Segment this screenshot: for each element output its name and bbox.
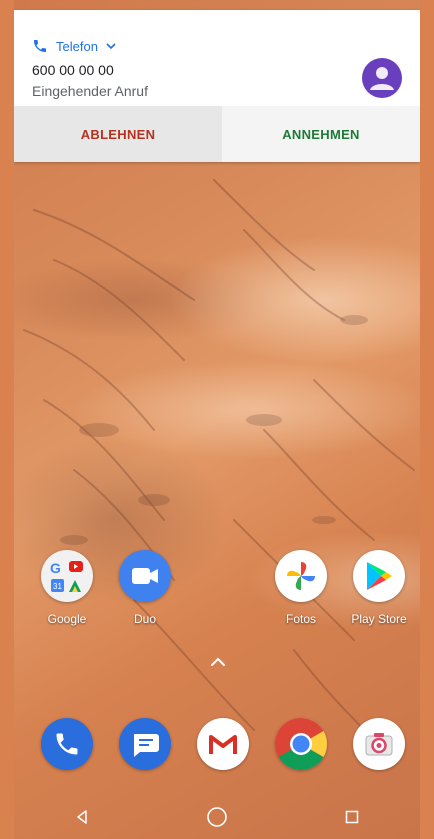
notification-app-name: Telefon: [56, 38, 98, 54]
google-folder-icon: G 31: [41, 550, 93, 602]
duo-icon: [119, 550, 171, 602]
dock-phone[interactable]: [32, 718, 102, 770]
app-drawer-chevron-icon[interactable]: [210, 655, 226, 673]
app-play-store[interactable]: Play Store: [344, 550, 414, 626]
home-screen: Telefon 600 00 00 00 Eingehender Anruf A…: [14, 0, 420, 839]
camera-icon: [353, 718, 405, 770]
photos-icon: [275, 550, 327, 602]
svg-text:G: G: [50, 560, 61, 576]
accept-button[interactable]: ANNEHMEN: [222, 106, 420, 162]
app-label: Duo: [133, 612, 156, 626]
caller-avatar: [362, 58, 402, 98]
play-store-icon: [353, 550, 405, 602]
dock-messages[interactable]: [110, 718, 180, 770]
decline-button[interactable]: ABLEHNEN: [14, 106, 222, 162]
home-icon[interactable]: [197, 797, 237, 837]
recents-icon[interactable]: [332, 797, 372, 837]
app-fotos[interactable]: Fotos: [266, 550, 336, 626]
phone-icon: [32, 38, 48, 54]
person-icon: [370, 67, 394, 90]
caller-number: 600 00 00 00: [32, 62, 114, 78]
chrome-icon: [275, 718, 327, 770]
phone-icon: [41, 718, 93, 770]
call-status: Eingehender Anruf: [32, 83, 148, 99]
notification-header: Telefon: [32, 38, 116, 54]
dock-chrome[interactable]: [266, 718, 336, 770]
call-actions: ABLEHNEN ANNEHMEN: [14, 106, 420, 162]
svg-text:31: 31: [53, 582, 62, 591]
messages-icon: [119, 718, 171, 770]
app-label: Google: [47, 612, 87, 626]
app-label: Fotos: [285, 612, 316, 626]
incoming-call-notification[interactable]: Telefon 600 00 00 00 Eingehender Anruf A…: [14, 10, 420, 162]
back-icon[interactable]: [62, 797, 102, 837]
app-label: Play Store: [351, 612, 407, 626]
app-duo[interactable]: Duo: [110, 550, 180, 626]
gmail-icon: [197, 718, 249, 770]
dock-camera[interactable]: [344, 718, 414, 770]
chevron-down-icon[interactable]: [106, 41, 116, 51]
dock-gmail[interactable]: [188, 718, 258, 770]
app-google[interactable]: G 31 Google: [32, 550, 102, 626]
navigation-bar: [14, 795, 420, 839]
